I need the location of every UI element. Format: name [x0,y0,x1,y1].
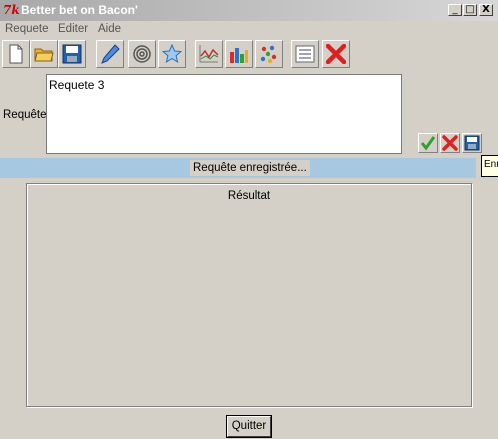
red-x-icon [442,135,458,151]
scatter-chart-button[interactable] [255,40,283,68]
line-chart-button[interactable] [195,40,223,68]
save-query-button[interactable] [462,133,482,153]
result-panel: Résultat [26,183,472,407]
quit-button[interactable]: Quitter [226,415,272,438]
maximize-button[interactable]: □ [463,4,477,16]
status-bar: Requête enregistrée... [0,158,476,178]
minimize-button[interactable]: _ [448,4,462,16]
favorite-button[interactable] [158,40,186,68]
window-title: Better bet on Bacon' [21,3,138,17]
save-icon [464,135,480,151]
query-input[interactable]: Requete 3 [46,74,402,154]
close-window-button[interactable]: X [479,4,493,16]
validate-button[interactable] [418,133,438,153]
bar-chart-icon [230,48,248,63]
scatter-chart-icon [260,45,277,64]
result-label: Résultat [227,190,271,202]
title-bar: 7k Better bet on Bacon' _ □ X [0,0,498,21]
list-icon [295,45,315,63]
spiral-icon [133,45,151,63]
tooltip: Enregistrer [481,155,498,177]
menu-bar: Requete Editer Aide [0,22,498,39]
menu-aide[interactable]: Aide [98,23,121,35]
close-button[interactable] [322,40,350,68]
app-logo-icon: 7k [3,3,20,17]
new-document-icon [9,44,23,64]
status-text: Requête enregistrée... [190,160,310,176]
pen-icon [101,44,120,64]
open-folder-icon [34,48,54,62]
save-icon [62,44,82,64]
menu-editer[interactable]: Editer [58,23,88,35]
edit-button[interactable] [96,40,124,68]
cancel-button[interactable] [440,133,460,153]
save-button[interactable] [58,40,86,68]
spiral-button[interactable] [128,40,156,68]
open-button[interactable] [30,40,58,68]
query-label: Requête [3,109,47,121]
checkmark-icon [420,136,436,151]
menu-requete[interactable]: Requete [5,23,48,35]
new-button[interactable] [2,40,30,68]
list-button[interactable] [291,40,319,68]
bar-chart-button[interactable] [225,40,253,68]
toolbar [0,40,498,70]
star-icon [162,44,182,64]
line-chart-icon [199,45,219,63]
close-red-x-icon [326,44,346,64]
